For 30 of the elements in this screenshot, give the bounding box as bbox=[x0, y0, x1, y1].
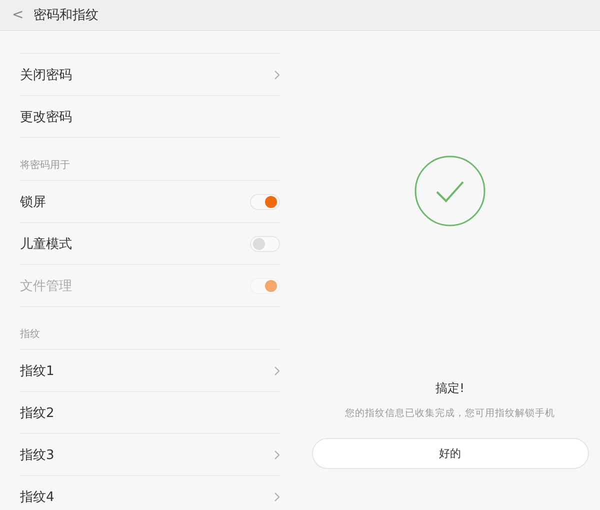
settings-row[interactable]: 指纹1 bbox=[20, 349, 280, 391]
success-message: 您的指纹信息已收集完成，您可用指纹解锁手机 bbox=[345, 407, 555, 420]
success-title: 搞定! bbox=[436, 380, 464, 397]
settings-row[interactable]: 锁屏 bbox=[20, 180, 280, 222]
section-title: 指纹 bbox=[20, 328, 40, 341]
section-title: 将密码用于 bbox=[20, 158, 70, 172]
row-label: 指纹1 bbox=[20, 362, 54, 380]
row-label: 文件管理 bbox=[20, 278, 72, 294]
settings-row[interactable]: 关闭密码 bbox=[20, 53, 280, 95]
row-label: 指纹3 bbox=[20, 446, 54, 464]
settings-row[interactable]: 更改密码 bbox=[20, 95, 280, 137]
row-label: 更改密码 bbox=[20, 108, 72, 126]
chevron-icon bbox=[274, 70, 280, 80]
row-label: 儿童模式 bbox=[20, 236, 72, 252]
chevron-icon bbox=[274, 492, 280, 502]
toggle-switch[interactable] bbox=[250, 194, 280, 210]
settings-row[interactable]: 儿童模式 bbox=[20, 222, 280, 264]
row-label: 锁屏 bbox=[20, 194, 46, 210]
row-label: 关闭密码 bbox=[20, 66, 72, 84]
chevron-icon bbox=[274, 450, 280, 460]
check-circle-icon bbox=[414, 155, 486, 227]
ok-button[interactable]: 好的 bbox=[312, 438, 588, 469]
row-label: 指纹4 bbox=[20, 488, 54, 506]
page-title: 密码和指纹 bbox=[34, 7, 99, 24]
settings-row[interactable]: 指纹4 bbox=[20, 475, 280, 510]
settings-row[interactable]: 指纹2 bbox=[20, 391, 280, 433]
chevron-icon bbox=[274, 366, 280, 376]
row-label: 指纹2 bbox=[20, 404, 54, 422]
settings-row[interactable]: 指纹3 bbox=[20, 433, 280, 475]
toggle-switch[interactable] bbox=[250, 236, 280, 252]
